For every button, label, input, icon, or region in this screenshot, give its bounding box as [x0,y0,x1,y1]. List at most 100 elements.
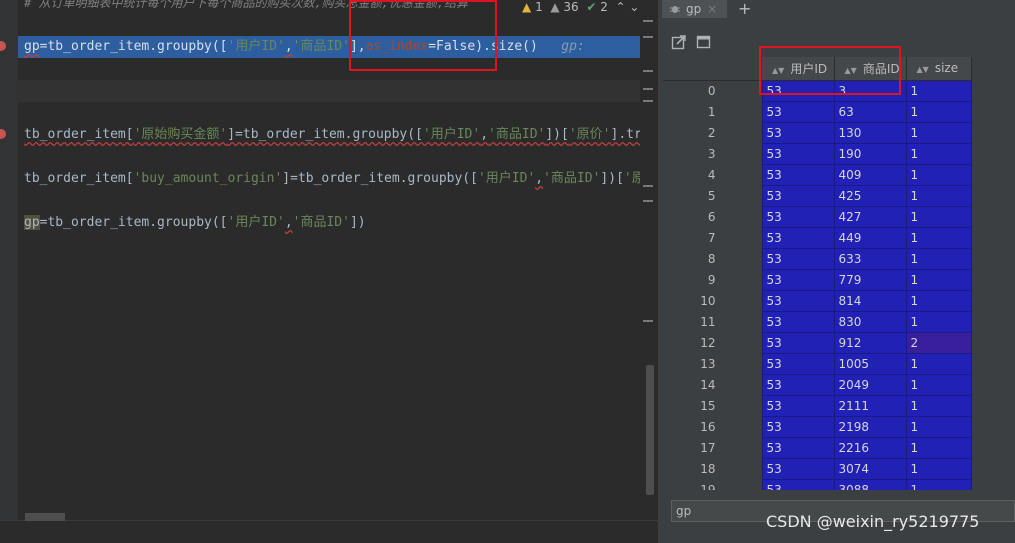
breakpoint-icon[interactable] [0,129,6,139]
cell-size[interactable]: 1 [905,100,972,123]
cell-size[interactable]: 1 [905,415,972,438]
code-line-3[interactable]: tb_order_item['buy_amount_origin']=tb_or… [24,169,640,189]
table-row[interactable]: 7 53 449 1 [663,226,972,249]
cell-item-id[interactable]: 3074 [833,457,907,480]
stripe-mark[interactable] [643,320,653,322]
horizontal-scrollbar[interactable] [25,513,65,521]
cell-item-id[interactable]: 409 [833,163,907,186]
code-line-1[interactable]: gp=tb_order_item.groupby(['用户ID','商品ID']… [24,37,585,57]
cell-size[interactable]: 1 [905,268,972,291]
cell-size[interactable]: 1 [905,79,972,102]
table-row[interactable]: 11 53 830 1 [663,310,972,333]
cell-size[interactable]: 1 [905,478,972,490]
sort-icon[interactable]: ▲▼ [917,65,929,74]
cell-user-id[interactable]: 53 [761,247,835,270]
cell-user-id[interactable]: 53 [761,226,835,249]
cell-size[interactable]: 2 [905,331,972,354]
chevron-down-icon[interactable]: ⌄ [629,0,639,14]
cell-user-id[interactable]: 53 [761,415,835,438]
table-row[interactable]: 12 53 912 2 [663,331,972,354]
stripe-mark[interactable] [643,36,653,38]
cell-size[interactable]: 1 [905,142,972,165]
cell-item-id[interactable]: 912 [833,331,907,354]
cell-size[interactable]: 1 [905,226,972,249]
cell-item-id[interactable]: 1005 [833,352,907,375]
cell-user-id[interactable]: 53 [761,268,835,291]
code-line-4[interactable]: gp=tb_order_item.groupby(['用户ID','商品ID']… [24,213,366,233]
cell-size[interactable]: 1 [905,289,972,312]
stripe-mark[interactable] [643,100,653,102]
cell-item-id[interactable]: 814 [833,289,907,312]
tab-gp[interactable]: gp × [662,0,728,18]
layout-icon[interactable] [696,34,712,50]
column-header-size[interactable]: ▲▼ size [906,57,972,81]
cell-user-id[interactable]: 53 [761,436,835,459]
table-row[interactable]: 14 53 2049 1 [663,373,972,396]
cell-size[interactable]: 1 [905,373,972,396]
cell-item-id[interactable]: 2111 [833,394,907,417]
table-row[interactable]: 18 53 3074 1 [663,457,972,480]
cell-user-id[interactable]: 53 [761,331,835,354]
table-row[interactable]: 15 53 2111 1 [663,394,972,417]
code-line-2[interactable]: tb_order_item['原始购买金额']=tb_order_item.gr… [24,125,640,145]
code-editor[interactable]: # 从订单明细表中统计每个用户下每个商品的购买次数,购买总金额,优惠金额,结算 … [0,0,658,543]
cell-item-id[interactable]: 2049 [833,373,907,396]
table-row[interactable]: 16 53 2198 1 [663,415,972,438]
cell-user-id[interactable]: 53 [761,184,835,207]
cell-item-id[interactable]: 633 [833,247,907,270]
table-row[interactable]: 17 53 2216 1 [663,436,972,459]
table-row[interactable]: 19 53 3088 1 [663,478,972,490]
table-row[interactable]: 3 53 190 1 [663,142,972,165]
cell-user-id[interactable]: 53 [761,478,835,490]
vertical-scrollbar[interactable] [646,365,654,495]
cell-user-id[interactable]: 53 [761,373,835,396]
cell-item-id[interactable]: 779 [833,268,907,291]
table-row[interactable]: 6 53 427 1 [663,205,972,228]
cell-size[interactable]: 1 [905,352,972,375]
chevron-up-icon[interactable]: ⌃ [616,0,626,14]
cell-item-id[interactable]: 63 [833,100,907,123]
add-tab-button[interactable]: + [738,0,751,18]
cell-user-id[interactable]: 53 [761,352,835,375]
dataframe-grid[interactable]: ▲▼ 用户ID ▲▼ 商品ID ▲▼ size 0 53 3 1 1 53 63 1 2 53 130 1 3… [663,57,1015,490]
cell-size[interactable]: 1 [905,163,972,186]
table-row[interactable]: 4 53 409 1 [663,163,972,186]
stripe-mark[interactable] [643,200,653,202]
cell-size[interactable]: 1 [905,121,972,144]
cell-user-id[interactable]: 53 [761,121,835,144]
cell-user-id[interactable]: 53 [761,289,835,312]
cell-size[interactable]: 1 [905,436,972,459]
table-row[interactable]: 13 53 1005 1 [663,352,972,375]
cell-size[interactable]: 1 [905,310,972,333]
cell-item-id[interactable]: 427 [833,205,907,228]
cell-item-id[interactable]: 449 [833,226,907,249]
table-row[interactable]: 2 53 130 1 [663,121,972,144]
editor-gutter[interactable] [0,0,18,520]
cell-user-id[interactable]: 53 [761,100,835,123]
cell-user-id[interactable]: 53 [761,205,835,228]
table-row[interactable]: 5 53 425 1 [663,184,972,207]
cell-item-id[interactable]: 830 [833,310,907,333]
cell-item-id[interactable]: 190 [833,142,907,165]
open-in-editor-icon[interactable] [671,34,687,50]
cell-user-id[interactable]: 53 [761,457,835,480]
table-row[interactable]: 9 53 779 1 [663,268,972,291]
table-row[interactable]: 10 53 814 1 [663,289,972,312]
close-icon[interactable]: × [707,0,717,18]
stripe-mark[interactable] [643,185,653,187]
cell-item-id[interactable]: 2216 [833,436,907,459]
cell-item-id[interactable]: 130 [833,121,907,144]
cell-item-id[interactable]: 3088 [833,478,907,490]
stripe-mark[interactable] [643,70,653,72]
table-row[interactable]: 1 53 63 1 [663,100,972,123]
inspection-widget[interactable]: ▲ 1 ▲ 36 ✔ 2 ⌃ ⌄ [518,0,640,14]
code-area[interactable]: # 从订单明细表中统计每个用户下每个商品的购买次数,购买总金额,优惠金额,结算 … [18,0,640,520]
stripe-mark[interactable] [643,88,653,90]
cell-size[interactable]: 1 [905,457,972,480]
cell-user-id[interactable]: 53 [761,394,835,417]
cell-item-id[interactable]: 2198 [833,415,907,438]
cell-size[interactable]: 1 [905,394,972,417]
cell-user-id[interactable]: 53 [761,310,835,333]
cell-size[interactable]: 1 [905,247,972,270]
cell-size[interactable]: 1 [905,205,972,228]
